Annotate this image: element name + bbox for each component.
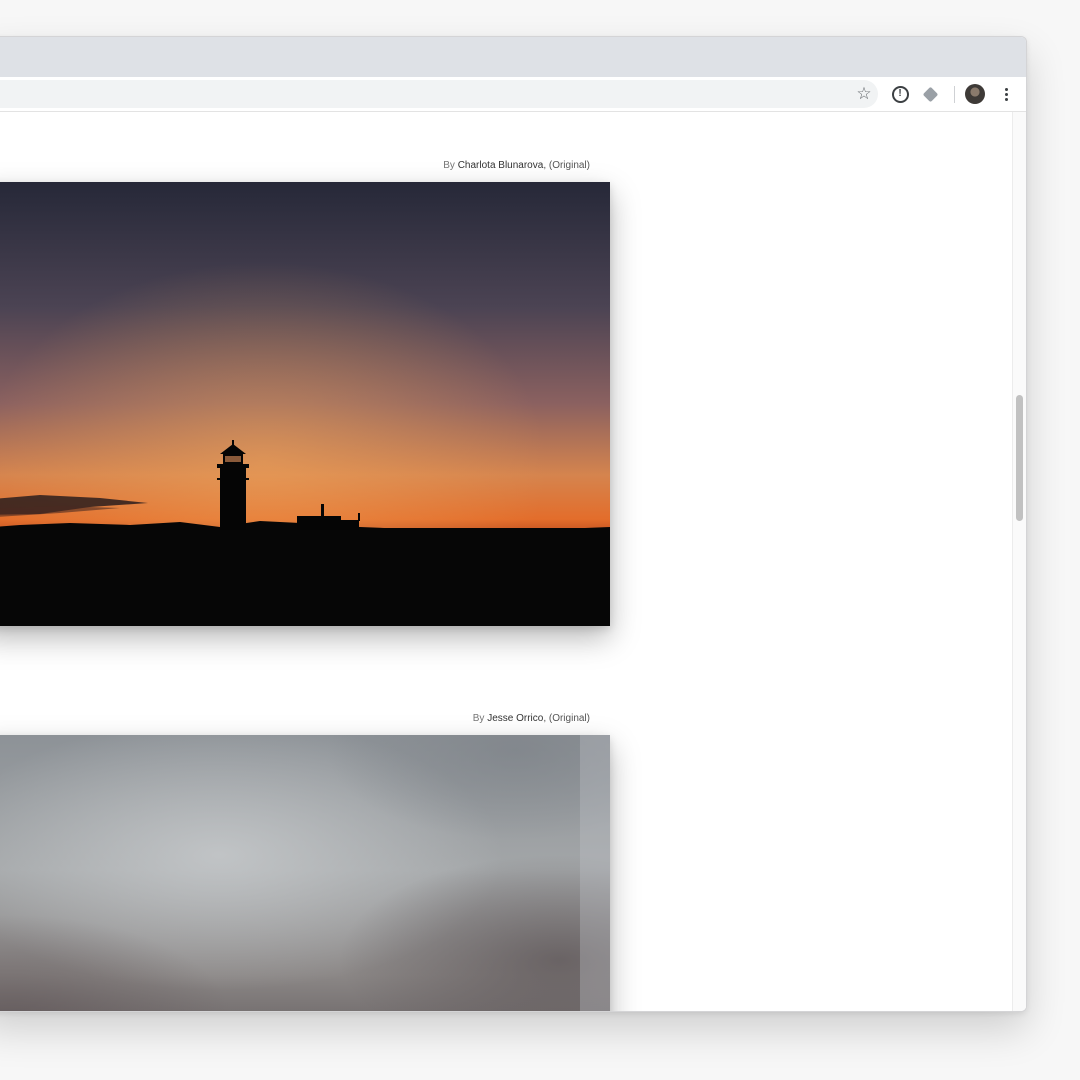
extension-icon[interactable]: [920, 84, 940, 104]
photo-credit: By Charlota Blunarova, (Original): [443, 160, 590, 171]
blurred-image: [0, 735, 610, 1011]
address-bar[interactable]: [0, 80, 878, 108]
toolbar-divider: [954, 86, 955, 103]
tab-strip: [0, 37, 1026, 77]
photo-credit: By Jesse Orrico, (Original): [473, 713, 590, 724]
browser-toolbar: ☆ !: [0, 77, 1026, 112]
scrollbar-thumb[interactable]: [1016, 395, 1023, 521]
browser-window: ☆ ! By Charlota Blunarova, (Original) By…: [0, 36, 1027, 1012]
credit-author-link[interactable]: Charlota Blunarova: [458, 160, 544, 171]
vertical-scrollbar[interactable]: [1012, 112, 1026, 1011]
menu-icon[interactable]: [996, 84, 1016, 104]
credit-prefix: By: [443, 160, 455, 171]
star-icon[interactable]: ☆: [852, 82, 876, 106]
lighthouse-image: [0, 182, 610, 626]
lighthouse-photo[interactable]: [0, 182, 610, 626]
credit-author-link[interactable]: Jesse Orrico: [487, 713, 543, 724]
credit-original-link[interactable]: , (Original): [543, 160, 590, 171]
blurred-photo[interactable]: [0, 735, 610, 1011]
info-icon[interactable]: !: [890, 84, 910, 104]
profile-avatar[interactable]: [965, 84, 985, 104]
credit-original-link[interactable]: , (Original): [543, 713, 590, 724]
credit-prefix: By: [472, 713, 485, 724]
page-content[interactable]: By Charlota Blunarova, (Original) By Jes…: [0, 112, 1026, 1011]
